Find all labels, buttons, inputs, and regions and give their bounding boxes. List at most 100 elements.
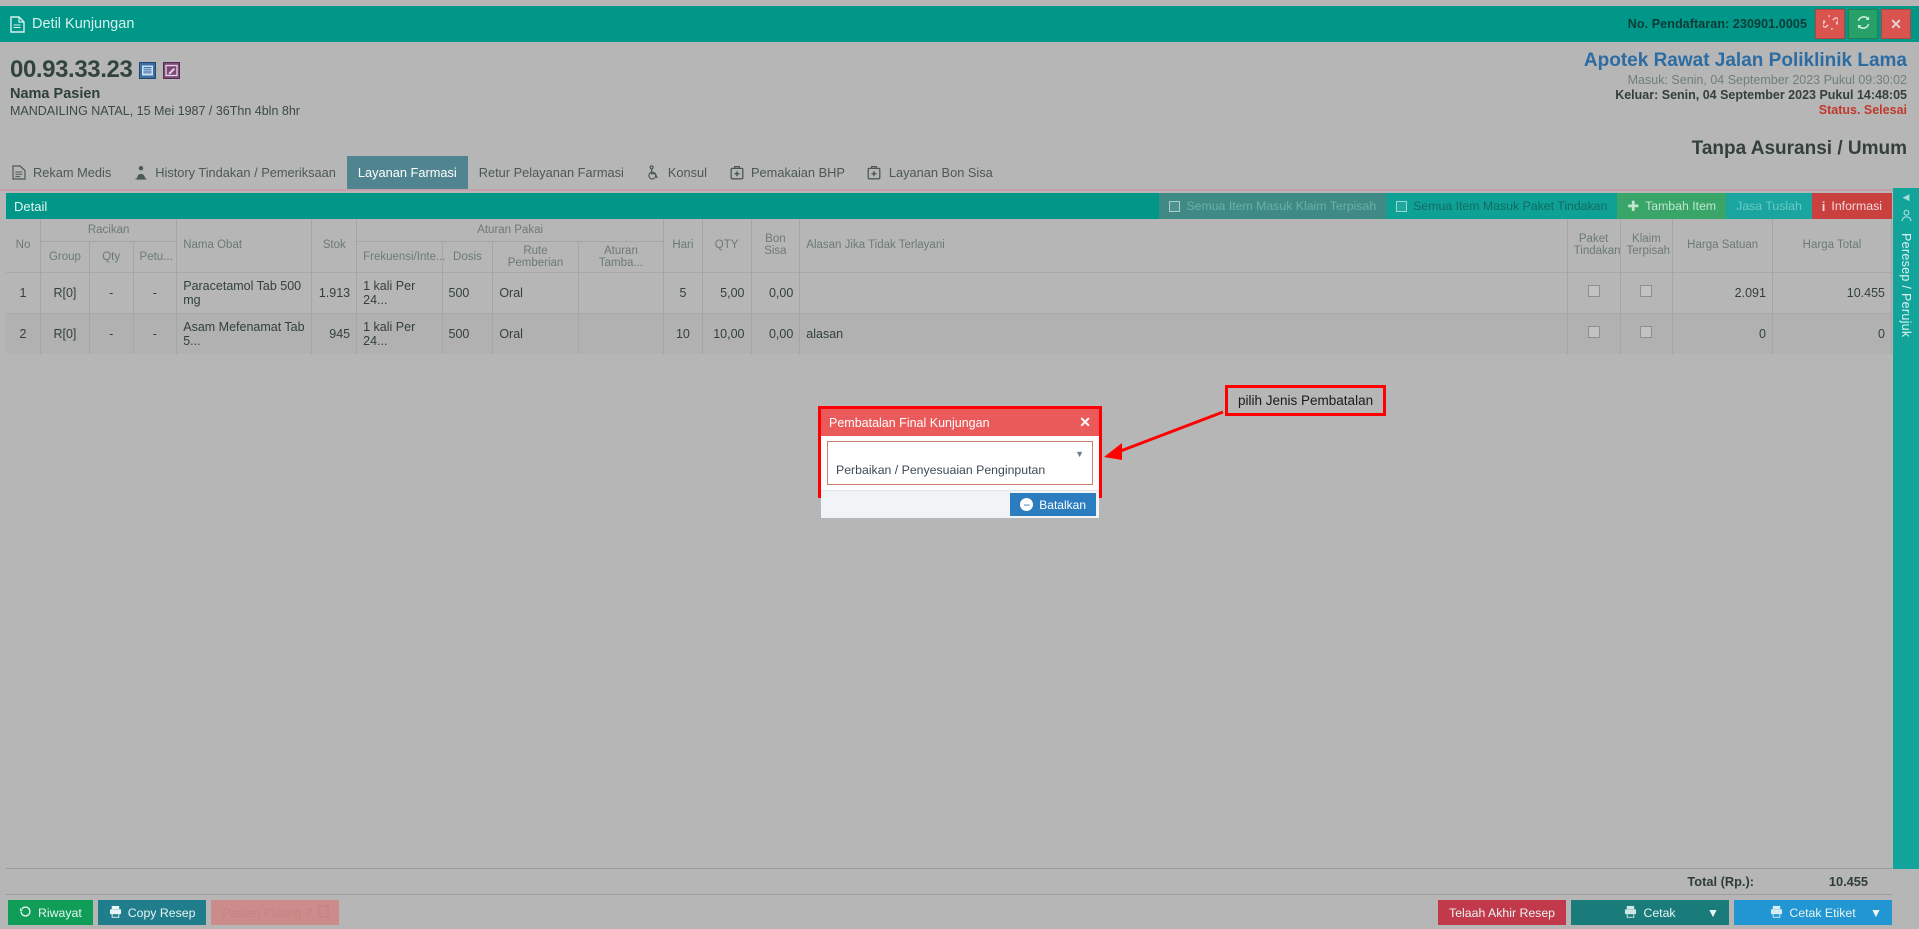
- annotation-callout: pilih Jenis Pembatalan: [1225, 385, 1387, 416]
- cell-bon-sisa: 0,00: [751, 271, 801, 313]
- jasa-tuslah-button[interactable]: Jasa Tuslah: [1726, 193, 1812, 219]
- jenis-pembatalan-select[interactable]: Perbaikan / Penyesuaian Penginputan ▼: [827, 441, 1093, 485]
- tab-retur-pelayanan-farmasi[interactable]: Retur Pelayanan Farmasi: [468, 156, 635, 189]
- checkbox-icon[interactable]: [1640, 326, 1653, 338]
- semua-item-masuk-klaim-terpisah-toggle[interactable]: Semua Item Masuk Klaim Terpisah: [1159, 193, 1387, 219]
- close-button[interactable]: ✕: [1881, 9, 1911, 39]
- cetak-button[interactable]: Cetak ▼: [1571, 900, 1729, 925]
- visit-info: Apotek Rawat Jalan Poliklinik Lama Masuk…: [1584, 50, 1907, 117]
- informasi-button[interactable]: i Informasi: [1811, 193, 1892, 219]
- total-value: 10.455: [1828, 874, 1868, 889]
- th-rute-pemberian: Rute Pemberian: [492, 240, 579, 272]
- checkbox-icon[interactable]: [1640, 285, 1653, 297]
- tab-label: Layanan Farmasi: [357, 165, 457, 180]
- close-icon[interactable]: ✕: [1079, 414, 1091, 431]
- cell-hari: 5: [663, 271, 703, 313]
- tab-history-tindakan[interactable]: History Tindakan / Pemeriksaan: [122, 156, 347, 189]
- sidebar-strip: [1893, 488, 1919, 869]
- table-row[interactable]: 2 R[0] - - Asam Mefenamat Tab 5... 945 1…: [6, 312, 1893, 354]
- cell-aturan-tambahan: [578, 312, 665, 354]
- cell-hari: 10: [663, 312, 703, 354]
- cell-frekuensi: 1 kali Per 24...: [356, 312, 443, 354]
- th-qty: QTY: [702, 219, 752, 272]
- patient-identity: 00.93.33.23 Nama Pasien MANDAILING NATAL…: [10, 56, 300, 118]
- cell-klaim-terpisah: [1620, 271, 1674, 313]
- cell-petu: -: [133, 271, 178, 313]
- unlink-button[interactable]: [1815, 9, 1845, 39]
- cell-aturan-tambahan: [578, 271, 665, 313]
- cell-dosis: 500: [442, 312, 494, 354]
- cell-group[interactable]: R[0]: [40, 312, 90, 354]
- cell-harga-total: 10.455: [1772, 271, 1893, 313]
- button-label: Semua Item Masuk Paket Tindakan: [1413, 199, 1608, 213]
- th-petu: Petu...: [133, 240, 178, 272]
- tab-layanan-bon-sisa[interactable]: Layanan Bon Sisa: [856, 156, 1004, 189]
- cell-group[interactable]: R[0]: [40, 271, 90, 313]
- cell-paket-tindakan: [1567, 312, 1621, 354]
- footer-left-buttons: Riwayat Copy Resep Pasien Pulang ?: [8, 900, 340, 925]
- cell-racikan-qty: -: [89, 312, 134, 354]
- broken-link-icon: [1821, 15, 1839, 33]
- semua-item-masuk-paket-tindakan-toggle[interactable]: Semua Item Masuk Paket Tindakan: [1386, 193, 1618, 219]
- registration-number: No. Pendaftaran: 230901.0005: [1627, 17, 1807, 31]
- detail-toolbar: Detail Semua Item Masuk Klaim Terpisah S…: [6, 193, 1892, 219]
- info-icon: i: [1821, 198, 1826, 214]
- tab-layanan-farmasi[interactable]: Layanan Farmasi: [346, 156, 468, 189]
- printer-icon: [1770, 905, 1783, 921]
- button-label: Jasa Tuslah: [1736, 199, 1802, 213]
- cell-racikan-qty: -: [89, 271, 134, 313]
- printer-icon: [1624, 905, 1637, 921]
- list-icon[interactable]: [139, 61, 157, 79]
- telaah-akhir-resep-button[interactable]: Telaah Akhir Resep: [1438, 900, 1566, 925]
- riwayat-button[interactable]: Riwayat: [8, 900, 93, 925]
- pasien-pulang-button[interactable]: Pasien Pulang ?: [211, 900, 340, 925]
- cetak-etiket-button[interactable]: Cetak Etiket ▼: [1734, 900, 1892, 925]
- patient-birth-info: MANDAILING NATAL, 15 Mei 1987 / 36Thn 4b…: [10, 104, 300, 118]
- file-icon: [11, 165, 26, 180]
- total-label: Total (Rp.):: [1687, 874, 1754, 889]
- copy-resep-button[interactable]: Copy Resep: [97, 900, 207, 925]
- batalkan-button[interactable]: − Batalkan: [1010, 493, 1096, 516]
- cell-alasan: [799, 271, 1568, 313]
- tambah-item-button[interactable]: ✚ Tambah Item: [1617, 193, 1727, 219]
- checkbox-icon[interactable]: [1587, 285, 1600, 297]
- modal-body: Perbaikan / Penyesuaian Penginputan ▼: [821, 436, 1099, 485]
- cell-qty: 10,00: [702, 312, 752, 354]
- tab-konsul[interactable]: Konsul: [635, 156, 718, 189]
- window-title: Detil Kunjungan: [32, 16, 135, 32]
- chevron-down-icon[interactable]: ▼: [1707, 906, 1719, 920]
- cell-nama-obat: Paracetamol Tab 500 mg: [176, 271, 313, 313]
- table-row[interactable]: 1 R[0] - - Paracetamol Tab 500 mg 1.913 …: [6, 271, 1893, 313]
- titlebar-right: No. Pendaftaran: 230901.0005 ✕: [1628, 6, 1919, 42]
- cell-harga-satuan: 2.091: [1672, 271, 1773, 313]
- button-label: Riwayat: [38, 905, 82, 920]
- sidebar-tab-label: Peresep / Perujuk: [1899, 233, 1913, 338]
- tab-label: Layanan Bon Sisa: [888, 165, 993, 180]
- patient-header: 00.93.33.23 Nama Pasien MANDAILING NATAL…: [0, 48, 1919, 159]
- chevron-down-icon[interactable]: ▼: [1075, 449, 1084, 459]
- visit-masuk: Masuk: Senin, 04 September 2023 Pukul 09…: [1627, 73, 1907, 87]
- th-bon-sisa: Bon Sisa: [751, 219, 801, 272]
- chevron-down-icon[interactable]: ▼: [1870, 906, 1882, 920]
- wheelchair-icon: [646, 165, 661, 180]
- plus-icon: ✚: [1627, 198, 1640, 214]
- checkbox-icon[interactable]: [1587, 326, 1600, 338]
- button-label: Tambah Item: [1645, 199, 1717, 213]
- tab-pemakaian-bhp[interactable]: Pemakaian BHP: [718, 156, 856, 189]
- chevron-left-icon[interactable]: ◀: [1903, 192, 1910, 203]
- modal-header: Pembatalan Final Kunjungan ✕: [821, 409, 1099, 436]
- select-value: Perbaikan / Penyesuaian Penginputan: [836, 463, 1046, 477]
- printer-icon: [109, 905, 122, 921]
- pembatalan-final-kunjungan-modal: Pembatalan Final Kunjungan ✕ Perbaikan /…: [818, 406, 1102, 518]
- th-group: Group: [40, 240, 90, 272]
- th-dosis: Dosis: [442, 240, 494, 272]
- edit-icon[interactable]: [163, 61, 181, 79]
- th-racikan-qty: Qty: [89, 240, 134, 272]
- button-label: Copy Resep: [127, 905, 196, 920]
- th-aturan-pakai: Aturan Pakai: [356, 219, 665, 242]
- minus-circle-icon: −: [1020, 498, 1034, 511]
- app-root: Detil Kunjungan No. Pendaftaran: 230901.…: [0, 0, 1919, 929]
- refresh-button[interactable]: [1848, 9, 1878, 39]
- sidebar-tab-peresep-perujuk[interactable]: ◀ Peresep / Perujuk: [1893, 188, 1919, 488]
- tab-rekam-medis[interactable]: Rekam Medis: [0, 156, 122, 189]
